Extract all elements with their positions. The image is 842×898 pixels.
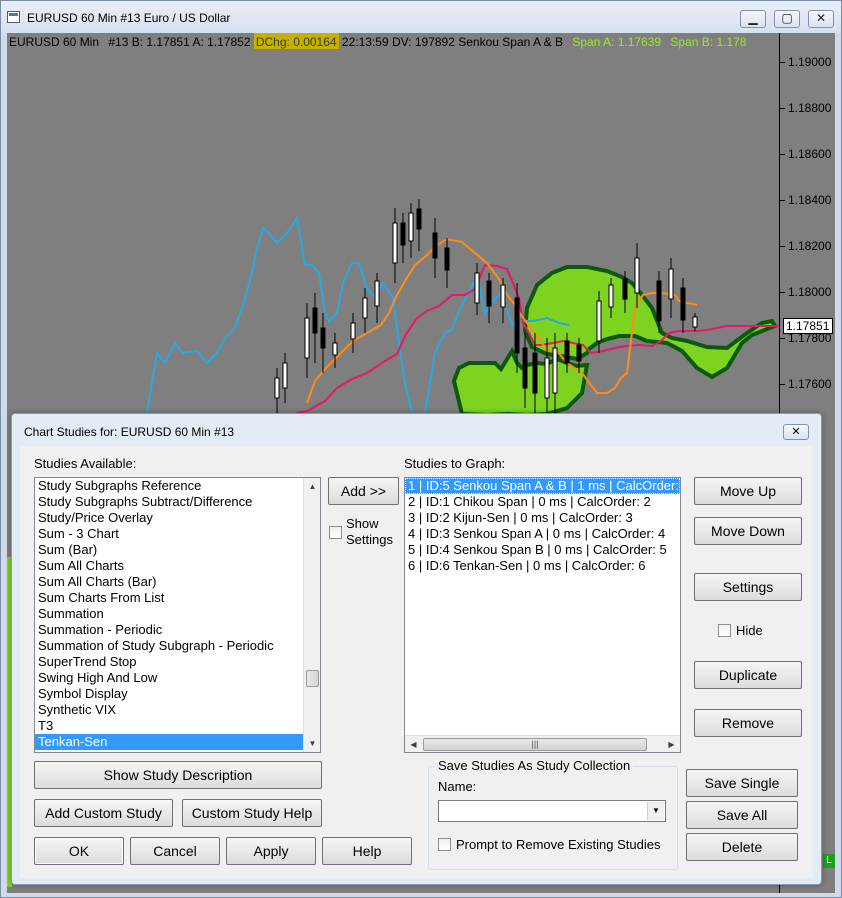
maximize-button[interactable]: ▢	[774, 10, 800, 28]
study-available-item[interactable]: Symbol Display	[35, 686, 320, 702]
study-available-item[interactable]: Swing High And Low	[35, 670, 320, 686]
studies-to-graph-list[interactable]: 1 | ID:5 Senkou Span A & B | 1 ms | Calc…	[404, 477, 681, 753]
studies-available-scrollbar[interactable]: ▲ ▼	[303, 478, 320, 752]
study-available-item[interactable]: SuperTrend Stop	[35, 654, 320, 670]
hide-checkbox[interactable]	[718, 624, 731, 637]
scroll-left-arrow-icon[interactable]: ◀	[405, 736, 422, 752]
status-badge: L	[823, 854, 835, 868]
minimize-button[interactable]: ▁	[740, 10, 766, 28]
settings-button[interactable]: Settings	[694, 573, 802, 601]
window-title: EURUSD 60 Min #13 Euro / US Dollar	[27, 11, 231, 25]
study-to-graph-item[interactable]: 6 | ID:6 Tenkan-Sen | 0 ms | CalcOrder: …	[405, 558, 680, 574]
studies-to-graph-hscrollbar[interactable]: ◀ ||| ▶	[405, 735, 680, 752]
study-to-graph-item[interactable]: 3 | ID:2 Kijun-Sen | 0 ms | CalcOrder: 3	[405, 510, 680, 526]
remove-button[interactable]: Remove	[694, 709, 802, 737]
study-available-item[interactable]: T3	[35, 718, 320, 734]
ok-button[interactable]: OK	[34, 837, 124, 865]
study-available-item[interactable]: Tenkan-Sen	[35, 734, 320, 750]
study-available-item[interactable]: Summation	[35, 606, 320, 622]
delete-button[interactable]: Delete	[686, 833, 798, 861]
study-available-item[interactable]: Synthetic VIX	[35, 702, 320, 718]
show-study-description-button[interactable]: Show Study Description	[34, 761, 322, 789]
price-tick: 1.17600	[779, 377, 832, 391]
save-collection-legend: Save Studies As Study Collection	[435, 758, 634, 773]
studies-available-label: Studies Available:	[34, 456, 137, 471]
study-available-item[interactable]: Study Subgraphs Subtract/Difference	[35, 494, 320, 510]
last-price-label: 1.17851	[783, 318, 833, 334]
study-to-graph-item[interactable]: 2 | ID:1 Chikou Span | 0 ms | CalcOrder:…	[405, 494, 680, 510]
combo-dropdown-icon[interactable]: ▼	[647, 802, 664, 820]
chart-studies-dialog: Chart Studies for: EURUSD 60 Min #13 ✕ S…	[11, 413, 822, 885]
study-available-item[interactable]: Study Subgraphs Reference	[35, 478, 320, 494]
custom-study-help-button[interactable]: Custom Study Help	[182, 799, 322, 827]
study-available-item[interactable]: Sum - 3 Chart	[35, 526, 320, 542]
study-available-item[interactable]: Sum All Charts (Bar)	[35, 574, 320, 590]
duplicate-button[interactable]: Duplicate	[694, 661, 802, 689]
study-available-item[interactable]: Summation - Periodic	[35, 622, 320, 638]
help-button[interactable]: Help	[322, 837, 412, 865]
scroll-up-arrow-icon[interactable]: ▲	[304, 478, 320, 495]
scroll-down-arrow-icon[interactable]: ▼	[304, 735, 320, 752]
apply-button[interactable]: Apply	[226, 837, 316, 865]
study-available-item[interactable]: Sum (Bar)	[35, 542, 320, 558]
save-all-button[interactable]: Save All	[686, 801, 798, 829]
study-to-graph-item[interactable]: 4 | ID:3 Senkou Span A | 0 ms | CalcOrde…	[405, 526, 680, 542]
show-settings-label-line2: Settings	[346, 532, 393, 547]
studies-available-items: Study Subgraphs Reference Study Subgraphs…	[35, 478, 320, 750]
dialog-close-button[interactable]: ✕	[783, 424, 809, 440]
price-tick: 1.18800	[779, 101, 832, 115]
show-settings-label-line1: Show	[346, 516, 379, 531]
collection-name-combo[interactable]: ▼	[438, 800, 666, 822]
study-available-item[interactable]: Study/Price Overlay	[35, 510, 320, 526]
hscroll-thumb[interactable]: |||	[423, 738, 647, 751]
dialog-title: Chart Studies for: EURUSD 60 Min #13	[24, 425, 235, 439]
study-to-graph-item[interactable]: 1 | ID:5 Senkou Span A & B | 1 ms | Calc…	[405, 478, 680, 494]
prompt-remove-checkbox[interactable]	[438, 838, 451, 851]
window-titlebar[interactable]: EURUSD 60 Min #13 Euro / US Dollar ▁ ▢ ✕	[1, 1, 841, 33]
price-tick: 1.18000	[779, 285, 832, 299]
prompt-remove-label: Prompt to Remove Existing Studies	[456, 837, 661, 852]
price-tick: 1.18400	[779, 193, 832, 207]
show-settings-checkbox[interactable]	[329, 526, 342, 539]
chart-app-icon	[7, 11, 20, 23]
name-label: Name:	[438, 779, 477, 794]
study-available-item[interactable]: Summation of Study Subgraph - Periodic	[35, 638, 320, 654]
move-up-button[interactable]: Move Up	[694, 477, 802, 505]
add-custom-study-button[interactable]: Add Custom Study	[34, 799, 173, 827]
cancel-button[interactable]: Cancel	[130, 837, 220, 865]
study-available-item[interactable]: Sum All Charts	[35, 558, 320, 574]
scroll-right-arrow-icon[interactable]: ▶	[663, 736, 680, 752]
price-tick: 1.18200	[779, 239, 832, 253]
price-tick: 1.18600	[779, 147, 832, 161]
price-tick: 1.19000	[779, 55, 832, 69]
study-available-item[interactable]: Sum Charts From List	[35, 590, 320, 606]
save-single-button[interactable]: Save Single	[686, 769, 798, 797]
dialog-client-area: Studies Available: Study Subgraphs Refer…	[20, 446, 813, 878]
studies-available-list[interactable]: Study Subgraphs Reference Study Subgraphs…	[34, 477, 321, 753]
scroll-thumb[interactable]	[306, 670, 319, 687]
window-close-button[interactable]: ✕	[808, 10, 834, 28]
study-to-graph-item[interactable]: 5 | ID:4 Senkou Span B | 0 ms | CalcOrde…	[405, 542, 680, 558]
hide-label: Hide	[736, 623, 763, 638]
studies-to-graph-items: 1 | ID:5 Senkou Span A & B | 1 ms | Calc…	[405, 478, 680, 574]
add-study-button[interactable]: Add >>	[328, 477, 399, 505]
studies-to-graph-label: Studies to Graph:	[404, 456, 506, 471]
move-down-button[interactable]: Move Down	[694, 517, 802, 545]
